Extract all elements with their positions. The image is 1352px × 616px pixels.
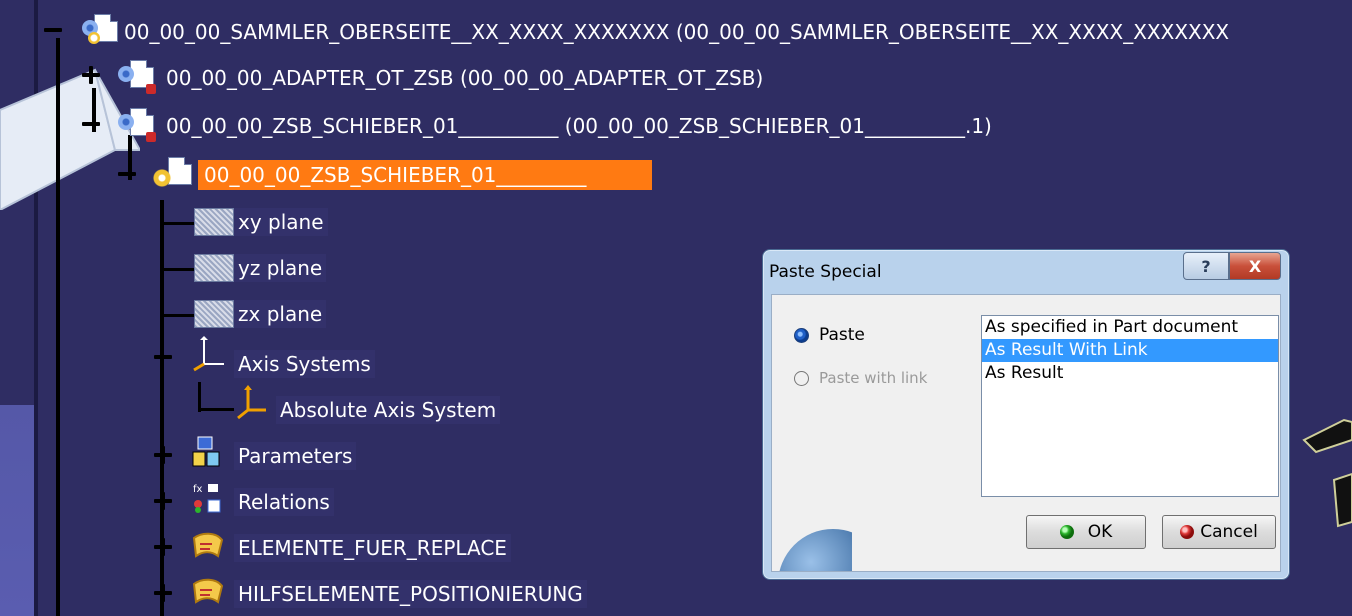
expand-hilfselemente-icon[interactable] bbox=[154, 584, 172, 602]
tree-root-label[interactable]: 00_00_00_SAMMLER_OBERSEITE__XX_XXXX_XXXX… bbox=[120, 18, 1234, 46]
radio-paste-label: Paste bbox=[819, 325, 865, 345]
tree-xy-plane-label[interactable]: xy plane bbox=[234, 208, 328, 236]
tree-zx-plane-label[interactable]: zx plane bbox=[234, 300, 327, 328]
part-gear-icon bbox=[152, 168, 172, 188]
tree-part-selected-label[interactable]: 00_00_00_ZSB_SCHIEBER_01_________ bbox=[198, 160, 652, 190]
close-button[interactable]: X bbox=[1229, 252, 1281, 280]
tree-elemente-label[interactable]: ELEMENTE_FUER_REPLACE bbox=[234, 534, 511, 562]
gear-icon bbox=[118, 66, 134, 82]
tree-line bbox=[56, 38, 60, 616]
ok-label: OK bbox=[1087, 522, 1113, 542]
gear-icon bbox=[118, 114, 134, 130]
tree-hilfselemente-label[interactable]: HILFSELEMENTE_POSITIONIERUNG bbox=[234, 580, 587, 608]
tree-line bbox=[164, 314, 194, 317]
geometrical-set-icon bbox=[192, 578, 224, 604]
dialog-body: Paste Paste with link As specified in Pa… bbox=[771, 294, 1281, 572]
axis-systems-icon bbox=[193, 336, 224, 372]
model-fragment-graphic bbox=[1302, 418, 1352, 528]
close-icon: X bbox=[1248, 256, 1262, 276]
radio-paste-with-link[interactable]: Paste with link bbox=[794, 369, 927, 387]
tree-relations-label[interactable]: Relations bbox=[234, 488, 334, 516]
paste-mode-listbox[interactable]: As specified in Part document As Result … bbox=[981, 315, 1279, 497]
geometrical-set-icon bbox=[192, 532, 224, 558]
ok-button[interactable]: OK bbox=[1026, 515, 1146, 549]
collapse-part-icon[interactable] bbox=[118, 165, 136, 183]
expand-parameters-icon[interactable] bbox=[154, 446, 172, 464]
tree-line bbox=[164, 268, 194, 271]
collapse-axis-systems-icon[interactable] bbox=[154, 348, 172, 366]
svg-text:fx: fx bbox=[193, 484, 203, 495]
relations-icon: fx bbox=[193, 484, 221, 513]
expand-adapter-icon[interactable] bbox=[82, 66, 100, 84]
gear-icon bbox=[88, 32, 100, 44]
help-button[interactable]: ? bbox=[1183, 252, 1229, 280]
cancel-button[interactable]: Cancel bbox=[1162, 515, 1276, 549]
absolute-axis-system-icon bbox=[237, 385, 266, 420]
radio-checked-icon[interactable] bbox=[794, 327, 809, 343]
list-item-selected[interactable]: As Result With Link bbox=[982, 339, 1278, 362]
expand-elemente-icon[interactable] bbox=[154, 538, 172, 556]
link-marker-icon bbox=[146, 132, 156, 142]
list-item[interactable]: As Result bbox=[982, 362, 1278, 385]
plane-icon bbox=[194, 208, 234, 236]
link-marker-icon bbox=[146, 84, 156, 94]
radio-paste-with-link-label: Paste with link bbox=[819, 369, 928, 387]
dialog-title: Paste Special bbox=[769, 262, 882, 282]
list-item[interactable]: As specified in Part document bbox=[982, 316, 1278, 339]
cancel-label: Cancel bbox=[1200, 522, 1258, 542]
earth-graphic bbox=[772, 511, 852, 571]
cancel-icon bbox=[1180, 525, 1195, 539]
help-icon: ? bbox=[1201, 256, 1211, 276]
tree-adapter-label[interactable]: 00_00_00_ADAPTER_OT_ZSB (00_00_00_ADAPTE… bbox=[162, 64, 768, 92]
parameters-icon bbox=[192, 436, 220, 467]
tree-yz-plane-label[interactable]: yz plane bbox=[234, 254, 327, 282]
title-buttons: ? X bbox=[1183, 252, 1281, 280]
ok-icon bbox=[1059, 525, 1074, 539]
tree-axis-systems-label[interactable]: Axis Systems bbox=[234, 350, 375, 378]
tree-line bbox=[198, 408, 234, 411]
plane-icon bbox=[194, 254, 234, 282]
collapse-root-icon[interactable] bbox=[44, 21, 62, 39]
tree-schieber-product-label[interactable]: 00_00_00_ZSB_SCHIEBER_01__________ (00_0… bbox=[162, 112, 996, 140]
collapse-schieber-icon[interactable] bbox=[82, 115, 100, 133]
paste-special-dialog: Paste Special ? X Paste Paste with link … bbox=[762, 249, 1290, 580]
radio-paste[interactable]: Paste bbox=[794, 325, 865, 345]
tree-absolute-axis-system-label[interactable]: Absolute Axis System bbox=[276, 396, 501, 424]
radio-unchecked-icon[interactable] bbox=[794, 370, 809, 386]
expand-relations-icon[interactable] bbox=[154, 492, 172, 510]
tree-parameters-label[interactable]: Parameters bbox=[234, 442, 357, 470]
tree-line bbox=[164, 222, 194, 225]
plane-icon bbox=[194, 300, 234, 328]
